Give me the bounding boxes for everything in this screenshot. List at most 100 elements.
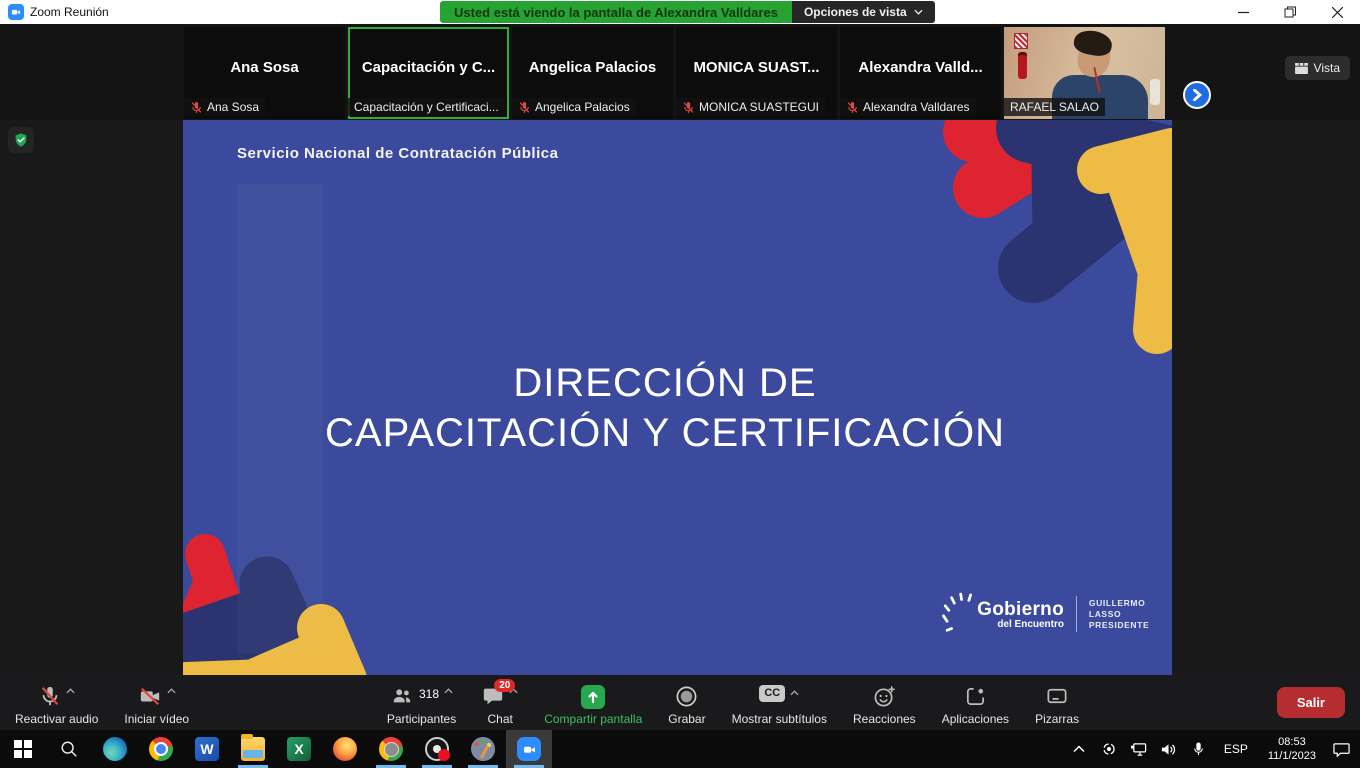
- tray-network-icon[interactable]: [1126, 730, 1152, 768]
- view-options-label: Opciones de vista: [804, 5, 907, 19]
- president-name: GUILLERMO LASSO: [1089, 598, 1172, 620]
- word-icon: W: [195, 737, 219, 761]
- security-shield-button[interactable]: [8, 127, 34, 153]
- close-button[interactable]: [1322, 1, 1352, 23]
- screen-share-banner: Usted está viendo la pantalla de Alexand…: [440, 1, 792, 23]
- chevron-right-icon: [1192, 89, 1203, 101]
- participant-tile-active-speaker[interactable]: Capacitación y C... Capacitación y Certi…: [348, 27, 509, 119]
- meeting-toolbar: Reactivar audio Iniciar vídeo 318 Partic…: [0, 675, 1360, 730]
- taskbar-excel[interactable]: X: [276, 730, 322, 768]
- search-button[interactable]: [46, 730, 92, 768]
- chevron-up-icon[interactable]: [66, 688, 75, 694]
- taskbar-chrome[interactable]: [138, 730, 184, 768]
- share-screen-icon: [581, 685, 605, 709]
- muted-camera-icon: [138, 685, 162, 707]
- participants-button[interactable]: 318 Participantes: [387, 679, 456, 726]
- tray-mic-icon[interactable]: [1186, 730, 1212, 768]
- apps-button[interactable]: Aplicaciones: [942, 679, 1009, 726]
- participant-tile[interactable]: MONICA SUAST... MONICA SUASTEGUI: [676, 27, 837, 119]
- participant-tile-video[interactable]: RAFAEL SALAO: [1004, 27, 1165, 119]
- fire-extinguisher: [1018, 55, 1027, 79]
- taskbar-chrome-profile[interactable]: [368, 730, 414, 768]
- participants-label: Participantes: [387, 712, 456, 726]
- word-letter: W: [200, 741, 213, 757]
- taskbar-firefox[interactable]: [322, 730, 368, 768]
- grid-view-icon: [1295, 63, 1308, 74]
- participant-tile[interactable]: Ana Sosa Ana Sosa: [184, 27, 345, 119]
- muted-mic-icon: [682, 101, 695, 114]
- next-participants-button[interactable]: [1183, 81, 1211, 109]
- participant-name: Capacitación y C...: [348, 59, 509, 76]
- gobierno-logo-sub: del Encuentro: [997, 619, 1064, 630]
- record-icon: [675, 685, 698, 708]
- president-title: PRESIDENTE: [1089, 620, 1172, 631]
- muted-mic-icon: [190, 101, 203, 114]
- chevron-down-icon: [914, 9, 923, 15]
- leave-meeting-button[interactable]: Salir: [1277, 687, 1345, 718]
- gobierno-logo-name: Gobierno: [977, 599, 1064, 621]
- record-button[interactable]: Grabar: [668, 679, 705, 726]
- language-indicator[interactable]: ESP: [1216, 742, 1256, 756]
- chevron-up-icon[interactable]: [444, 688, 453, 694]
- chevron-up-icon[interactable]: [167, 688, 176, 694]
- view-options-button[interactable]: Opciones de vista: [792, 1, 935, 23]
- start-button[interactable]: [0, 730, 46, 768]
- participant-tile[interactable]: Alexandra Valld... Alexandra Valldares: [840, 27, 1001, 119]
- restore-button[interactable]: [1275, 1, 1305, 23]
- action-center-icon[interactable]: [1328, 730, 1354, 768]
- start-video-label: Iniciar vídeo: [124, 712, 189, 726]
- taskbar-word[interactable]: W: [184, 730, 230, 768]
- participant-label: MONICA SUASTEGUI: [699, 100, 819, 114]
- shield-check-icon: [13, 132, 29, 148]
- captions-button[interactable]: CC Mostrar subtítulos: [732, 679, 827, 726]
- participant-tile[interactable]: Angelica Palacios Angelica Palacios: [512, 27, 673, 119]
- chrome-profile-icon: [379, 737, 403, 761]
- captions-label: Mostrar subtítulos: [732, 712, 827, 726]
- participants-count: 318: [419, 687, 439, 701]
- taskbar-obs[interactable]: [414, 730, 460, 768]
- share-screen-label: Compartir pantalla: [544, 712, 642, 726]
- participant-name: MONICA SUAST...: [676, 59, 837, 76]
- slide-title: DIRECCIÓN DE CAPACITACIÓN Y CERTIFICACIÓ…: [183, 358, 1147, 458]
- start-video-button[interactable]: Iniciar vídeo: [124, 679, 189, 726]
- whiteboards-button[interactable]: Pizarras: [1035, 679, 1079, 726]
- tray-obs-icon[interactable]: [1096, 730, 1122, 768]
- excel-icon: X: [287, 737, 311, 761]
- firefox-icon: [333, 737, 357, 761]
- chevron-up-icon[interactable]: [790, 690, 799, 696]
- taskbar-file-explorer[interactable]: [230, 730, 276, 768]
- gobierno-logo: Gobierno del Encuentro GUILLERMO LASSO P…: [938, 588, 1172, 640]
- reactions-smiley-icon: [873, 685, 896, 708]
- windows-taskbar: W X ESP 08:53: [0, 730, 1360, 768]
- participants-icon: [390, 685, 414, 707]
- participant-name: Ana Sosa: [184, 59, 345, 76]
- minimize-button[interactable]: [1228, 1, 1258, 23]
- taskbar-zoom[interactable]: [506, 730, 552, 768]
- taskbar-paint[interactable]: [460, 730, 506, 768]
- taskbar-edge[interactable]: [92, 730, 138, 768]
- obs-icon: [425, 737, 449, 761]
- tray-volume-icon[interactable]: [1156, 730, 1182, 768]
- participant-label: Angelica Palacios: [535, 100, 630, 114]
- shared-screen-slide: Servicio Nacional de Contratación Públic…: [183, 120, 1172, 675]
- chrome-icon: [149, 737, 173, 761]
- chat-label: Chat: [488, 712, 513, 726]
- unmute-audio-button[interactable]: Reactivar audio: [15, 679, 98, 726]
- paint-palette-icon: [471, 737, 495, 761]
- vista-view-button[interactable]: Vista: [1285, 56, 1350, 80]
- chat-button[interactable]: 20 Chat: [482, 679, 518, 726]
- zoom-logo-icon: [8, 4, 24, 20]
- slide-title-line1: DIRECCIÓN DE: [183, 358, 1147, 408]
- bottle: [1150, 79, 1160, 105]
- slide-header: Servicio Nacional de Contratación Públic…: [237, 145, 558, 162]
- participant-name: Angelica Palacios: [512, 59, 673, 76]
- muted-mic-icon: [39, 685, 61, 707]
- participant-label: RAFAEL SALAO: [1010, 100, 1099, 114]
- share-screen-button[interactable]: Compartir pantalla: [544, 679, 642, 726]
- reactions-button[interactable]: Reacciones: [853, 679, 916, 726]
- participant-name: Alexandra Valld...: [840, 59, 1001, 76]
- edge-icon: [103, 737, 127, 761]
- taskbar-clock[interactable]: 08:53 11/1/2023: [1260, 735, 1324, 763]
- tray-chevron-up[interactable]: [1066, 730, 1092, 768]
- excel-letter: X: [294, 741, 303, 757]
